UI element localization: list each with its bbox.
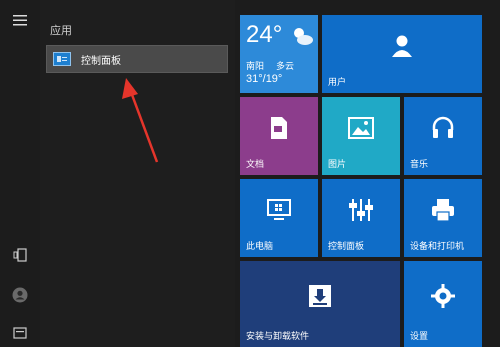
sliders-icon — [322, 179, 400, 241]
weather-temperature: 24° — [246, 21, 283, 48]
tile-label: 安装与卸载软件 — [246, 332, 310, 342]
partly-cloudy-icon — [290, 25, 314, 51]
person-icon — [322, 15, 482, 77]
computer-icon — [240, 179, 318, 241]
image-icon — [322, 97, 400, 159]
tile-label: 控制面板 — [328, 242, 365, 252]
tile-label: 设备和打印机 — [410, 242, 465, 252]
tile-label: 用户 — [328, 78, 347, 88]
document-icon — [240, 97, 318, 159]
printer-icon — [404, 179, 482, 241]
tile-music[interactable]: 音乐 — [404, 97, 482, 175]
download-box-icon — [240, 261, 400, 331]
tile-label: 设置 — [410, 332, 429, 342]
tile-documents[interactable]: 文档 — [240, 97, 318, 175]
tile-label: 文档 — [246, 160, 265, 170]
tile-settings[interactable]: 设置 — [404, 261, 482, 347]
weather-tile[interactable]: 24° 南阳 多云 31°/19° — [240, 15, 318, 93]
weather-location: 南阳 — [246, 62, 265, 72]
tile-control-panel[interactable]: 控制面板 — [322, 179, 400, 257]
tile-devices-printers[interactable]: 设备和打印机 — [404, 179, 482, 257]
weather-condition: 多云 — [276, 62, 295, 72]
tile-install-uninstall[interactable]: 安装与卸载软件 — [240, 261, 400, 347]
tile-label: 此电脑 — [246, 242, 274, 252]
gear-icon — [404, 261, 482, 331]
weather-range: 31°/19° — [246, 73, 283, 85]
tile-user[interactable]: 用户 — [322, 15, 482, 93]
headphones-icon — [404, 97, 482, 159]
tile-pictures[interactable]: 图片 — [322, 97, 400, 175]
tile-label: 音乐 — [410, 160, 429, 170]
tile-this-pc[interactable]: 此电脑 — [240, 179, 318, 257]
tile-label: 图片 — [328, 160, 347, 170]
